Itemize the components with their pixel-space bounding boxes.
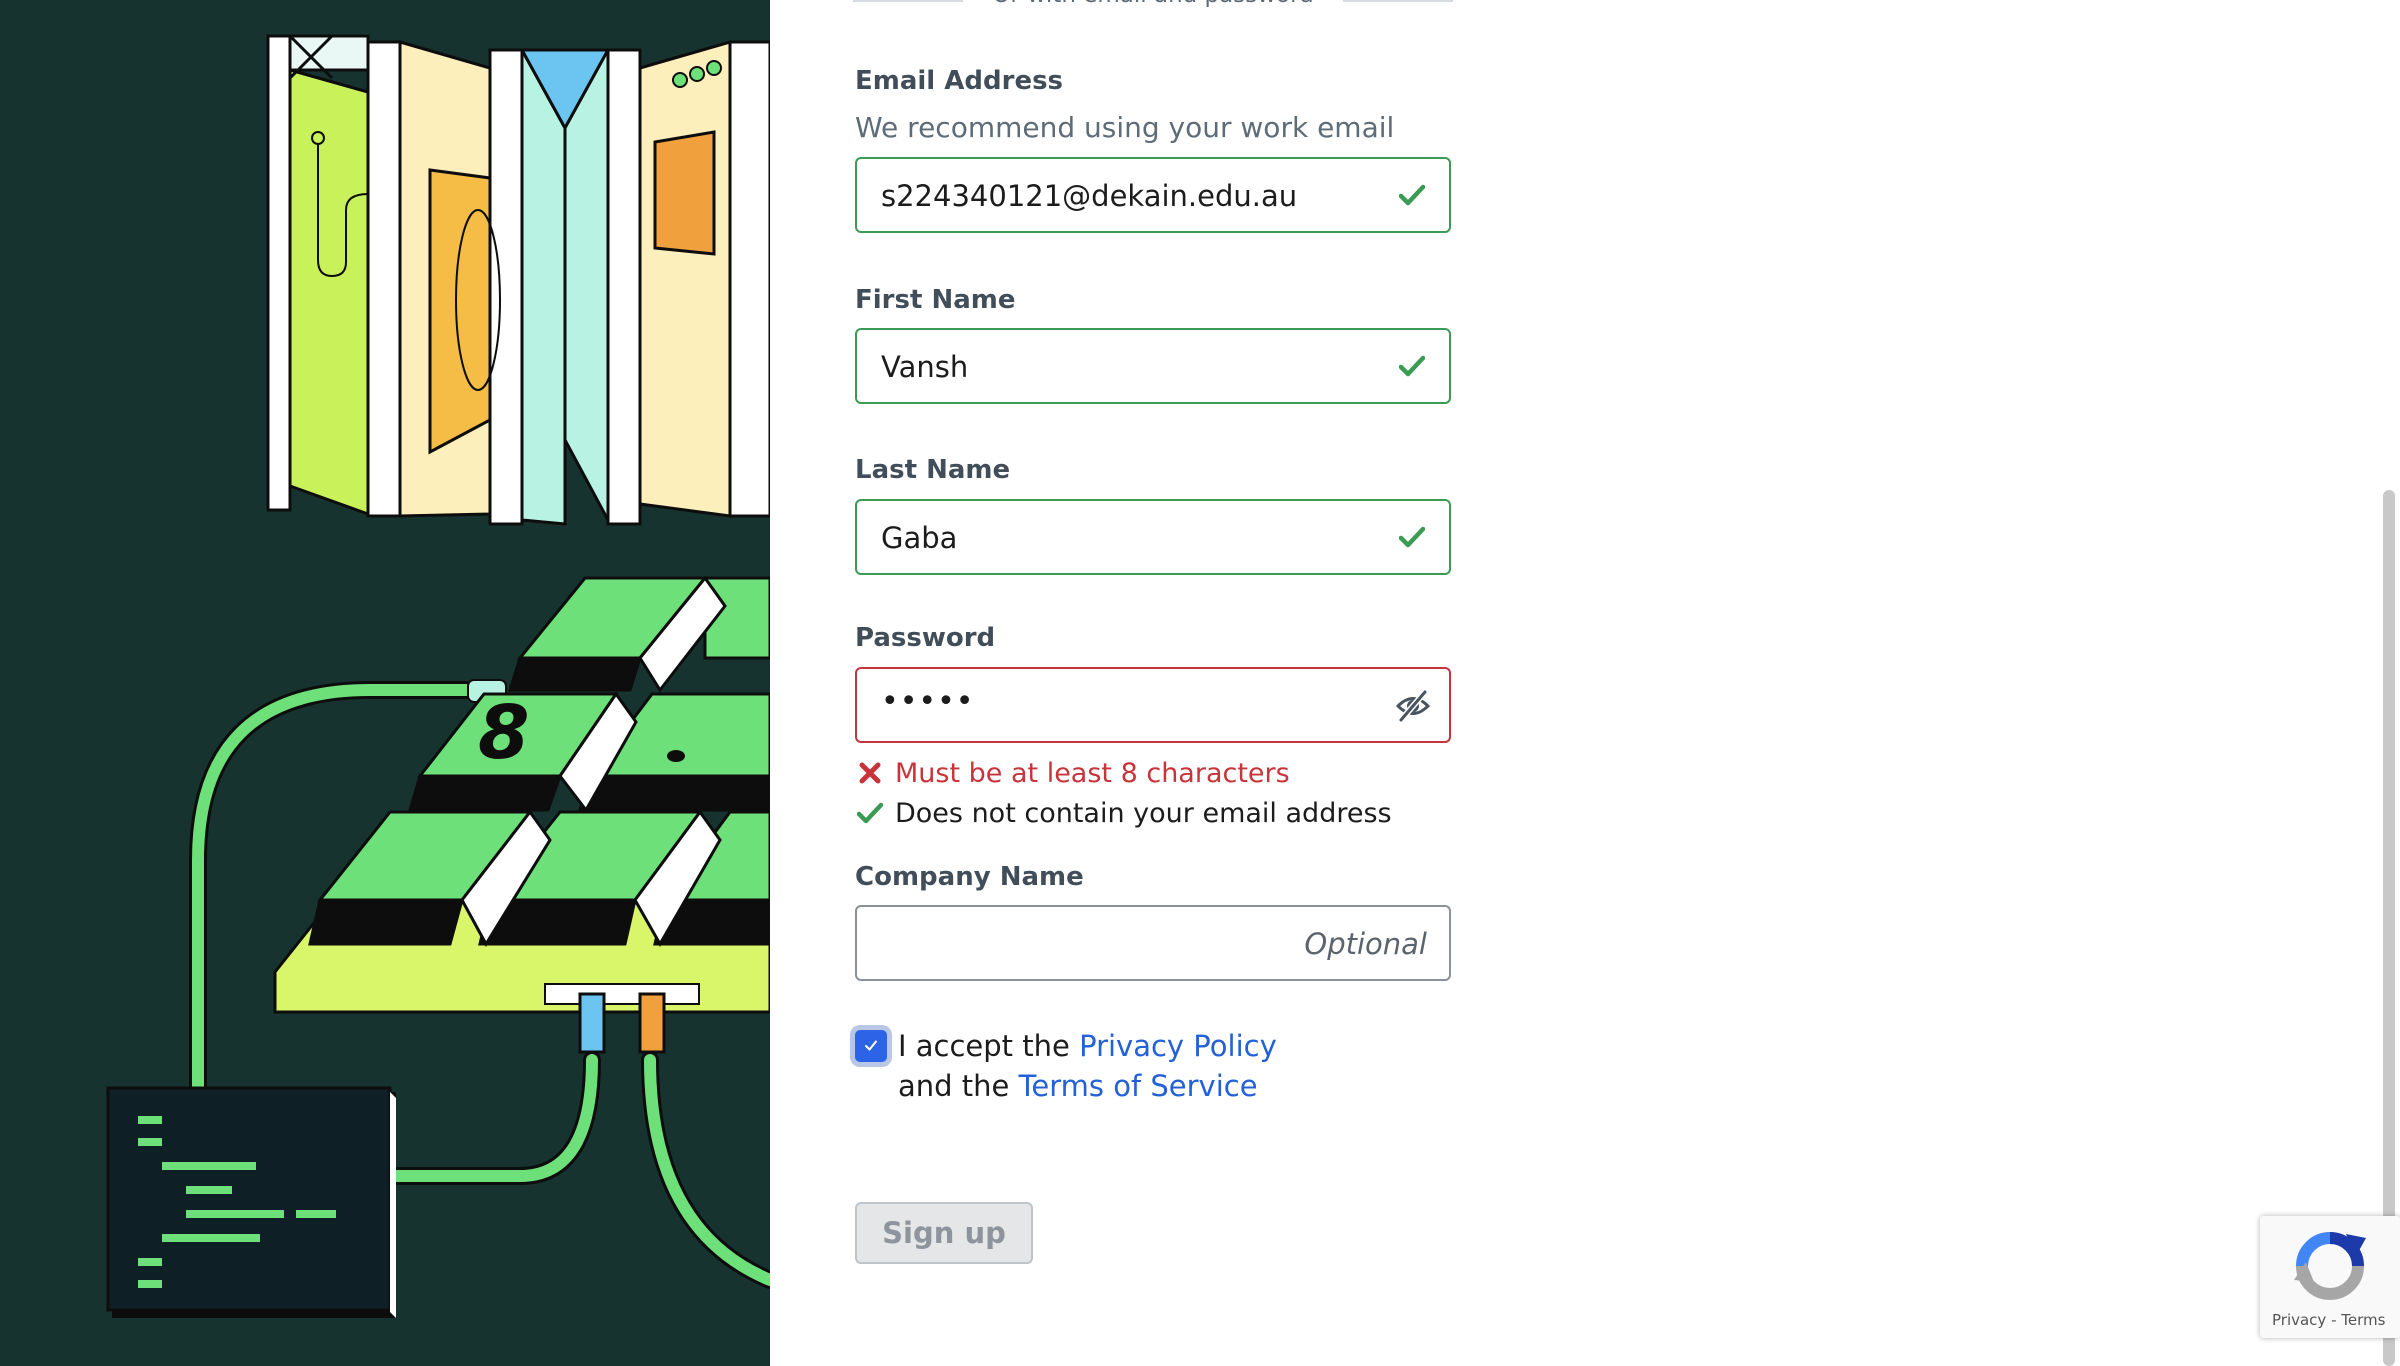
password-field[interactable]: •••••	[855, 667, 1451, 743]
check-icon	[1399, 355, 1425, 377]
hero-illustration: 8	[0, 0, 770, 1366]
last-name-label: Last Name	[855, 455, 1011, 485]
last-name-field[interactable]: Gaba	[855, 499, 1451, 575]
divider: Or with email and password	[853, 0, 1453, 12]
svg-text:8: 8	[478, 690, 530, 776]
password-rule-email-text: Does not contain your email address	[895, 798, 1392, 829]
company-label: Company Name	[855, 862, 1084, 892]
recaptcha-badge[interactable]: Privacy - Terms	[2260, 1216, 2400, 1338]
divider-line-right	[1343, 0, 1453, 2]
check-icon	[857, 802, 883, 824]
privacy-policy-link[interactable]: Privacy Policy	[1079, 1029, 1277, 1063]
check-icon	[1399, 184, 1425, 206]
email-field[interactable]: s224340121@dekain.edu.au	[855, 157, 1451, 233]
divider-line-left	[853, 0, 963, 2]
recaptcha-terms-link[interactable]: Terms	[2341, 1311, 2385, 1329]
terms-checkbox[interactable]	[855, 1030, 887, 1062]
recaptcha-links: Privacy - Terms	[2272, 1311, 2385, 1329]
recaptcha-privacy-link[interactable]: Privacy	[2272, 1311, 2326, 1329]
password-value: •••••	[881, 684, 975, 719]
company-field[interactable]: Optional	[855, 905, 1451, 981]
password-rule-email: Does not contain your email address	[857, 798, 1392, 829]
divider-text: Or with email and password	[983, 0, 1323, 8]
email-hint: We recommend using your work email	[855, 111, 1395, 144]
email-value: s224340121@dekain.edu.au	[881, 179, 1298, 213]
terms-prefix: I accept the	[898, 1029, 1070, 1063]
check-icon	[1399, 526, 1425, 548]
terms-of-service-link[interactable]: Terms of Service	[1019, 1069, 1258, 1103]
terms-text: I accept the Privacy Policy and the Term…	[898, 1026, 1318, 1106]
password-label: Password	[855, 623, 996, 653]
email-label: Email Address	[855, 66, 1064, 96]
last-name-value: Gaba	[881, 521, 958, 555]
password-rule-length-text: Must be at least 8 characters	[895, 758, 1290, 789]
x-icon	[859, 762, 881, 784]
eye-slash-icon[interactable]	[1395, 689, 1431, 723]
first-name-field[interactable]: Vansh	[855, 328, 1451, 404]
first-name-value: Vansh	[881, 350, 969, 384]
recaptcha-icon	[2294, 1232, 2366, 1300]
terms-middle: and the	[898, 1069, 1010, 1103]
checkmark-icon	[865, 1040, 877, 1051]
sign-up-button[interactable]: Sign up	[855, 1202, 1033, 1264]
password-rule-length: Must be at least 8 characters	[857, 758, 1290, 789]
first-name-label: First Name	[855, 285, 1016, 315]
recaptcha-separator: -	[2331, 1311, 2337, 1329]
company-placeholder: Optional	[1304, 927, 1427, 961]
